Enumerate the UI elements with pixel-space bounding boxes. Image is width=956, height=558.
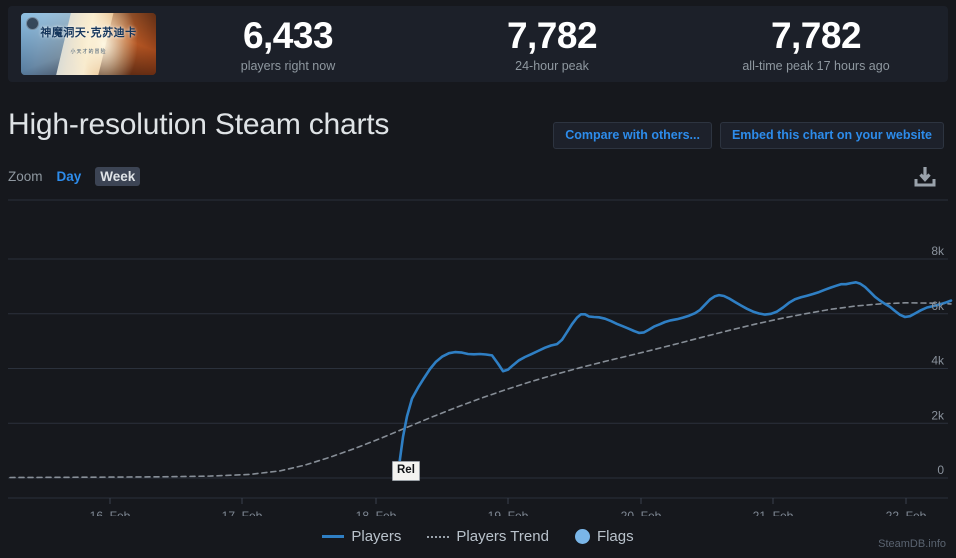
stat-players-right-now: 6,433 players right now [156, 14, 420, 75]
y-axis-tick-label: 6k [931, 299, 945, 313]
y-axis-tick-label: 8k [931, 244, 945, 258]
stat-label: players right now [240, 58, 336, 73]
download-icon[interactable] [912, 164, 938, 190]
circle-icon [574, 529, 590, 544]
legend-label: Players [351, 528, 402, 545]
zoom-option-day[interactable]: Day [52, 167, 87, 186]
game-capsule-image[interactable]: 神魔洞天·克苏迪卡 小天才的冒险 [21, 13, 156, 75]
stat-label: 24-hour peak [515, 58, 589, 73]
stat-24-hour-peak: 7,782 24-hour peak [420, 14, 684, 75]
stats-panel: 神魔洞天·克苏迪卡 小天才的冒险 6,433 players right now… [8, 6, 948, 82]
compare-with-others-button[interactable]: Compare with others... [553, 122, 712, 149]
players-line [393, 281, 953, 480]
chart-x-gridlines [8, 497, 948, 504]
x-axis-tick-label: 19. Feb [488, 509, 529, 516]
x-axis-tick-label: 20. Feb [621, 509, 662, 516]
stat-value: 7,782 [506, 14, 598, 56]
x-axis-tick-label: 18. Feb [356, 509, 397, 516]
x-axis-tick-label: 21. Feb [753, 509, 794, 516]
capsule-title: 神魔洞天·克苏迪卡 [40, 26, 137, 39]
chart-y-axis-labels: 0 2k 4k 6k 8k [931, 244, 945, 477]
x-axis-tick-label: 22. Feb [886, 509, 927, 516]
stat-all-time-peak: 7,782 all-time peak 17 hours ago [684, 14, 948, 75]
chart-x-axis-labels: 16. Feb 17. Feb 18. Feb 19. Feb 20. Feb 21. F… [90, 509, 927, 516]
x-axis-tick-label: 16. Feb [90, 509, 131, 516]
section-header: High-resolution Steam charts Compare wit… [0, 108, 956, 156]
chart-canvas[interactable]: 0 2k 4k 6k 8k 16. Feb 17. Feb 18. Feb 19. Feb 20… [0, 196, 956, 516]
stat-label: all-time peak 17 hours ago [742, 58, 890, 73]
legend-item-players[interactable]: Players [322, 528, 401, 545]
zoom-control: Zoom Day Week [8, 167, 141, 186]
chart-gridlines [8, 199, 948, 479]
page-title: High-resolution Steam charts [8, 108, 390, 141]
x-axis-tick-label: 17. Feb [222, 509, 263, 516]
capsule-subtitle: 小天才的冒险 [70, 48, 107, 55]
legend-item-players-trend[interactable]: Players Trend [427, 528, 549, 545]
chart-legend: Players Players Trend Flags [0, 528, 956, 545]
stat-value: 7,782 [770, 14, 862, 56]
y-axis-tick-label: 2k [931, 408, 945, 422]
y-axis-tick-label: 0 [937, 463, 944, 477]
solid-line-icon [322, 535, 345, 538]
stat-value: 6,433 [242, 14, 334, 56]
players-trend-line [9, 302, 952, 479]
steamdb-watermark: SteamDB.info [878, 538, 946, 550]
legend-item-flags[interactable]: Flags [574, 528, 634, 545]
legend-label: Players Trend [456, 528, 549, 545]
capsule-glow [69, 13, 138, 75]
players-chart[interactable]: 0 2k 4k 6k 8k 16. Feb 17. Feb 18. Feb 19. Feb 20… [0, 196, 956, 516]
header-button-group: Compare with others... Embed this chart … [553, 122, 944, 149]
zoom-option-week[interactable]: Week [95, 167, 141, 186]
y-axis-tick-label: 4k [931, 354, 945, 368]
dotted-line-icon [427, 535, 450, 538]
flag-marker-release[interactable]: Rel [392, 461, 420, 481]
zoom-label: Zoom [8, 169, 43, 184]
embed-chart-button[interactable]: Embed this chart on your website [719, 122, 944, 149]
legend-label: Flags [596, 528, 634, 545]
